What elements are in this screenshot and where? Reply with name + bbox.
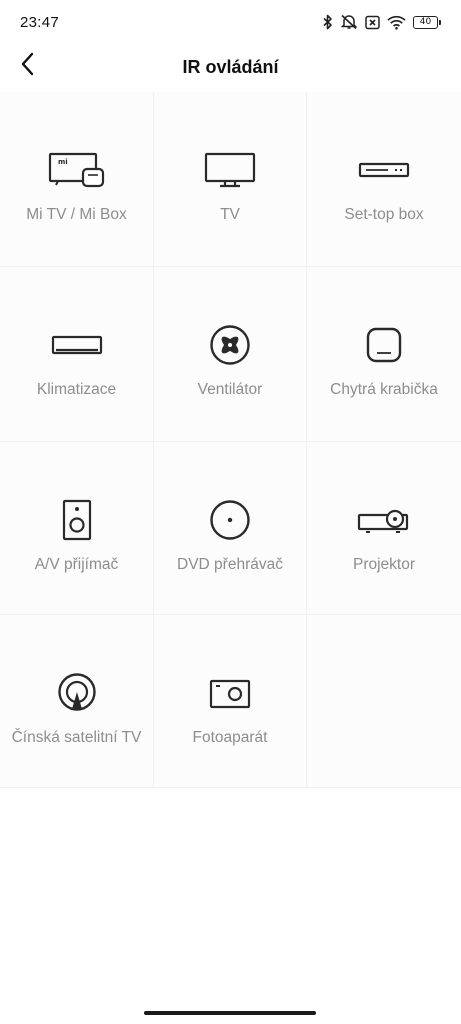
camera-icon [200,671,260,715]
device-label: Mi TV / Mi Box [26,206,127,223]
set-top-box-icon [354,148,414,192]
wifi-icon [387,15,406,30]
status-time: 23:47 [20,13,60,31]
home-indicator[interactable] [144,1011,316,1015]
battery-level: 40 [413,15,438,29]
device-grid: mi Mi TV / Mi Box TV Set-top box Klimati… [0,92,461,788]
battery-icon: 40 [413,15,441,29]
device-label: Čínská satelitní TV [11,729,142,746]
device-projector[interactable]: Projektor [307,442,461,615]
device-air-conditioner[interactable]: Klimatizace [0,267,154,442]
projector-icon [354,498,414,542]
air-conditioner-icon [47,323,107,367]
device-mi-tv-box[interactable]: mi Mi TV / Mi Box [0,92,154,267]
device-chinese-satellite-tv[interactable]: Čínská satelitní TV [0,615,154,787]
device-label: Fotoaparát [192,729,268,746]
device-label: Ventilátor [197,381,263,398]
device-set-top-box[interactable]: Set-top box [307,92,461,267]
device-dvd-player[interactable]: DVD přehrávač [154,442,307,615]
device-label: Klimatizace [36,381,117,398]
device-av-receiver[interactable]: A/V přijímač [0,442,154,615]
bluetooth-icon [323,14,333,30]
speaker-icon [47,498,107,542]
device-camera[interactable]: Fotoaparát [154,615,307,787]
device-label: Projektor [352,556,416,573]
fan-icon [200,323,260,367]
device-label: A/V přijímač [34,556,119,573]
svg-text:mi: mi [58,158,68,166]
device-smart-box[interactable]: Chytrá krabička [307,267,461,442]
device-tv[interactable]: TV [154,92,307,267]
status-bar: 23:47 40 [0,0,461,44]
muted-vibrate-icon [340,14,358,30]
header: IR ovládání [0,44,461,90]
page-title: IR ovládání [182,56,279,77]
device-label: TV [220,206,240,223]
tv-icon [200,148,260,192]
device-fan[interactable]: Ventilátor [154,267,307,442]
disc-icon [200,498,260,542]
device-label: DVD přehrávač [177,556,283,573]
empty-cell [307,615,461,787]
no-sim-icon [365,15,380,30]
satellite-icon [47,671,107,715]
mi-tv-box-icon: mi [47,148,107,192]
chevron-left-icon [20,52,36,81]
back-button[interactable] [12,50,44,82]
device-label: Set-top box [344,206,424,223]
smart-box-icon [354,323,414,367]
device-label: Chytrá krabička [330,381,438,398]
status-icons: 40 [323,14,441,30]
